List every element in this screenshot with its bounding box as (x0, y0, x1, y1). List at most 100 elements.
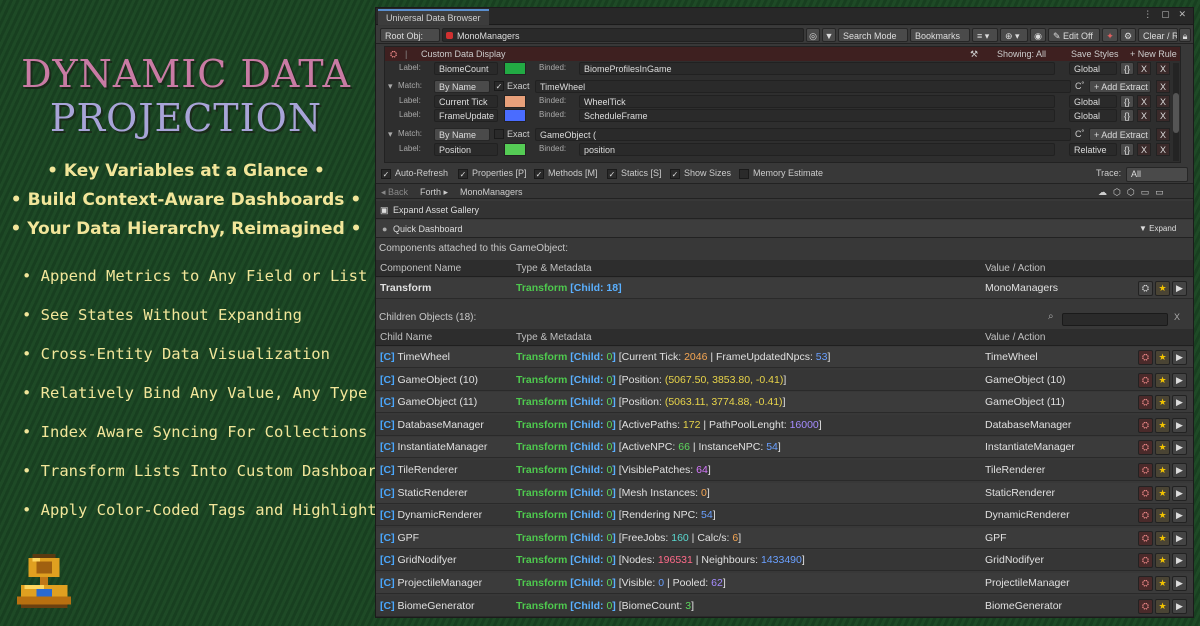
lock-icon[interactable]: 🔒︎ (1179, 28, 1191, 42)
delete-icon[interactable]: X (1156, 80, 1170, 93)
child-row[interactable]: [C] GridNodifyer Transform [Child: 0] [No… (376, 550, 1193, 572)
color-swatch[interactable] (504, 109, 526, 122)
expand-toggle[interactable]: ▼ Expand (1139, 222, 1176, 236)
show-sizes-checkbox[interactable]: ✓ (670, 169, 680, 179)
favorite-star-icon[interactable]: ★ (1155, 440, 1170, 456)
favorite-star-icon[interactable]: ★ (1155, 576, 1170, 591)
child-row[interactable]: [C] ProjectileManager Transform [Child: 0… (376, 573, 1193, 594)
play-icon[interactable]: ▶ (1172, 281, 1187, 296)
play-icon[interactable]: ▶ (1172, 553, 1187, 569)
child-row[interactable]: [C] BiomeGenerator Transform [Child: 0] [… (376, 595, 1193, 617)
settings-icon[interactable]: ⛭ (1138, 395, 1153, 411)
child-row[interactable]: [C] DatabaseManager Transform [Child: 0] … (376, 414, 1193, 436)
label-field[interactable]: Current Tick (434, 95, 498, 108)
binded-field[interactable]: ScheduleFrame (579, 109, 1055, 122)
rules-scrollbar[interactable] (1173, 63, 1179, 161)
settings-icon[interactable]: ⛭ (1138, 485, 1153, 501)
child-row[interactable]: [C] StaticRenderer Transform [Child: 0] [… (376, 482, 1193, 504)
color-swatch[interactable] (504, 95, 526, 108)
remove-icon[interactable]: X (1137, 62, 1151, 75)
exact-checkbox[interactable]: ✓ (494, 81, 504, 91)
rules-settings-icon[interactable]: ⛭ (390, 48, 397, 60)
auto-refresh-checkbox[interactable]: ✓ (381, 169, 391, 179)
play-icon[interactable]: ▶ (1172, 440, 1187, 456)
nav-tool-icons[interactable]: ☁⬡⬡▭▭ (1098, 185, 1170, 199)
hammer-icon[interactable]: ⚒ (970, 48, 978, 60)
child-row[interactable]: [C] InstantiateManager Transform [Child: … (376, 437, 1193, 459)
quick-dashboard-bar[interactable]: ● Quick Dashboard ▼ Expand (376, 220, 1193, 238)
scope-dropdown[interactable]: Relative (1069, 143, 1117, 156)
methods-checkbox[interactable]: ✓ (534, 169, 544, 179)
forth-button[interactable]: Forth ▸ (420, 185, 448, 199)
exact-checkbox[interactable] (494, 129, 504, 139)
play-icon[interactable]: ▶ (1172, 372, 1187, 388)
bookmarks-button[interactable]: Bookmarks (910, 28, 970, 42)
scope-dropdown[interactable]: Global (1069, 109, 1117, 122)
favorite-star-icon[interactable]: ★ (1155, 598, 1170, 614)
trace-dropdown[interactable]: All (1126, 167, 1188, 182)
favorite-star-icon[interactable]: ★ (1155, 553, 1170, 569)
match-mode-dropdown[interactable]: By Name (434, 128, 490, 141)
play-icon[interactable]: ▶ (1172, 350, 1187, 365)
play-icon[interactable]: ▶ (1172, 485, 1187, 501)
play-icon[interactable]: ▶ (1172, 463, 1187, 478)
favorite-star-icon[interactable]: ★ (1155, 281, 1170, 296)
list-menu-icon[interactable]: ≡ ▾ (972, 28, 998, 42)
favorite-star-icon[interactable]: ★ (1155, 372, 1170, 388)
match-pattern-field[interactable]: TimeWheel (535, 80, 1071, 93)
color-swatch[interactable] (504, 143, 526, 156)
remove-icon[interactable]: X (1137, 95, 1151, 108)
zoom-menu-icon[interactable]: ⊕ ▾ (1000, 28, 1028, 42)
eye-icon[interactable]: ◉ (1030, 28, 1046, 42)
properties-checkbox[interactable]: ✓ (458, 169, 468, 179)
binded-field[interactable]: BiomeProfilesInGame (579, 62, 1055, 75)
add-extract-button[interactable]: + Add Extract (1089, 80, 1151, 93)
match-mode-dropdown[interactable]: By Name (434, 80, 490, 93)
color-swatch[interactable] (504, 62, 526, 75)
edit-off-button[interactable]: ✎ Edit Off (1048, 28, 1100, 42)
back-button[interactable]: ◂ Back (381, 185, 408, 199)
settings-icon[interactable]: ⛭ (1138, 440, 1153, 456)
play-icon[interactable]: ▶ (1172, 395, 1187, 411)
settings-icon[interactable]: ⛭ (1138, 508, 1153, 524)
child-row[interactable]: [C] GameObject (11) Transform [Child: 0] … (376, 392, 1193, 414)
settings-icon[interactable]: ⛭ (1138, 598, 1153, 614)
favorite-star-icon[interactable]: ★ (1155, 350, 1170, 365)
settings-icon[interactable]: ⛭ (1138, 281, 1153, 296)
delete-icon[interactable]: X (1156, 109, 1170, 122)
label-field[interactable]: BiomeCount (434, 62, 498, 75)
regex-icon[interactable]: C˚ (1075, 80, 1085, 93)
favorite-star-icon[interactable]: ★ (1155, 417, 1170, 433)
showing-filter[interactable]: Showing: All (997, 48, 1046, 60)
remove-icon[interactable]: X (1137, 109, 1151, 122)
delete-icon[interactable]: X (1156, 143, 1170, 156)
settings-icon[interactable]: ⛭ (1138, 530, 1153, 546)
child-row[interactable]: [C] DynamicRenderer Transform [Child: 0] … (376, 505, 1193, 527)
play-icon[interactable]: ▶ (1172, 598, 1187, 614)
fold-icon[interactable]: ▾ (388, 80, 393, 93)
label-field[interactable]: FrameUpdate (434, 109, 498, 122)
child-row[interactable]: [C] GPF Transform [Child: 0] [FreeJobs: 1… (376, 527, 1193, 549)
binded-field[interactable]: position (579, 143, 1055, 156)
clear-reset-button[interactable]: Clear / Reset (1138, 28, 1178, 42)
memory-estimate-checkbox[interactable] (739, 169, 749, 179)
favorite-star-icon[interactable]: ★ (1155, 463, 1170, 478)
play-icon[interactable]: ▶ (1172, 508, 1187, 524)
delete-icon[interactable]: X (1156, 128, 1170, 141)
add-extract-button[interactable]: + Add Extract (1089, 128, 1151, 141)
child-row[interactable]: [C] TileRenderer Transform [Child: 0] [Vi… (376, 460, 1193, 481)
remove-icon[interactable]: X (1137, 143, 1151, 156)
settings-icon[interactable]: ⛭ (1138, 350, 1153, 365)
play-icon[interactable]: ▶ (1172, 576, 1187, 591)
favorite-star-icon[interactable]: ★ (1155, 508, 1170, 524)
fold-icon[interactable]: ▾ (388, 128, 393, 141)
favorite-star-icon[interactable]: ★ (1155, 395, 1170, 411)
new-rule-button[interactable]: + New Rule (1130, 48, 1177, 60)
label-field[interactable]: Position (434, 143, 498, 156)
favorite-star-icon[interactable]: ★ (1155, 485, 1170, 501)
window-tab[interactable]: Universal Data Browser (378, 9, 489, 25)
play-icon[interactable]: ▶ (1172, 417, 1187, 433)
delete-icon[interactable]: X (1156, 62, 1170, 75)
brace-icon[interactable]: {} (1120, 95, 1134, 108)
expand-gallery-bar[interactable]: ▣ Expand Asset Gallery (376, 201, 1193, 219)
